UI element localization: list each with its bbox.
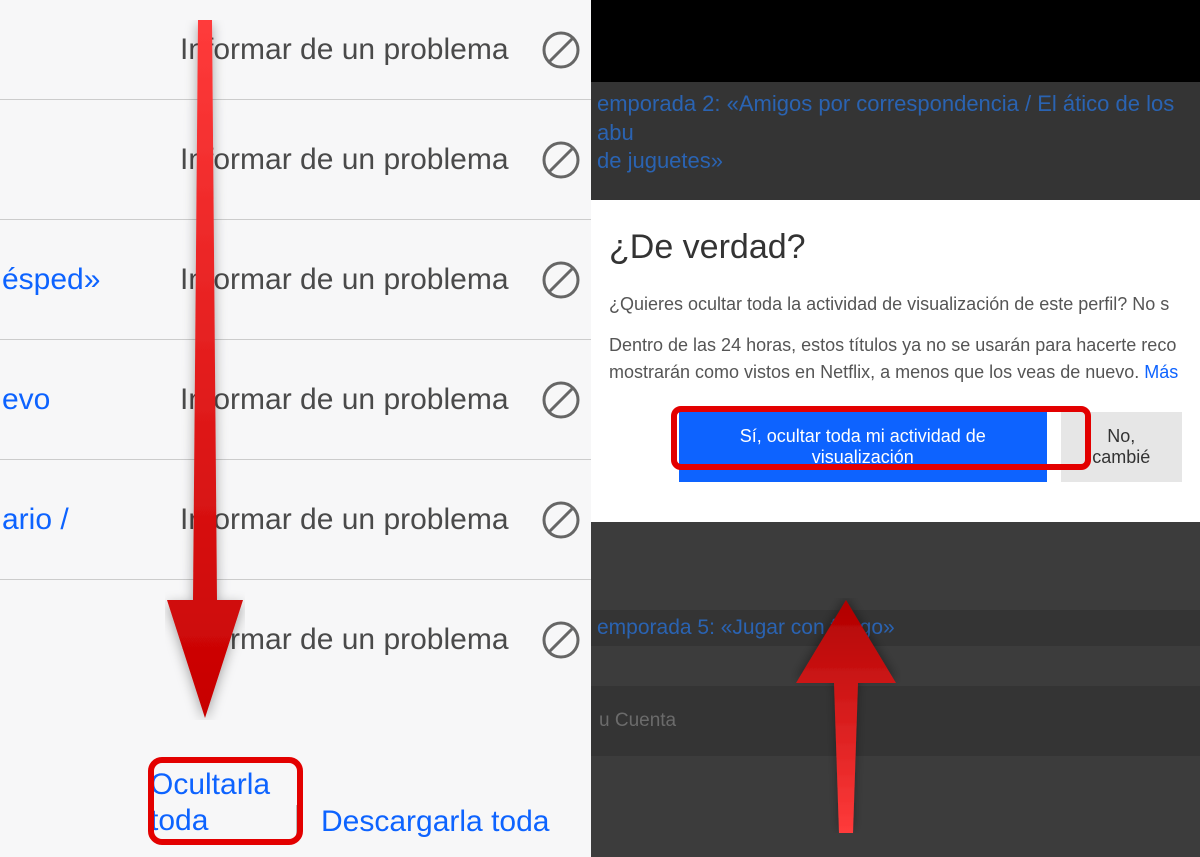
top-bar — [591, 0, 1200, 82]
prohibit-icon[interactable] — [541, 380, 581, 420]
history-row: Informar de un problema — [0, 100, 591, 220]
history-row: ario / Informar de un problema — [0, 460, 591, 580]
report-problem-link[interactable]: Informar de un problema — [180, 623, 509, 657]
report-problem-link[interactable]: Informar de un problema — [180, 143, 509, 177]
episode-text-2: de juguetes» — [597, 148, 723, 173]
after-modal-area: emporada 5: «Jugar con fuego» u Cuenta — [591, 610, 1200, 756]
cancel-button[interactable]: No, cambié — [1061, 412, 1182, 482]
left-panel: Informar de un problema Informar de un p… — [0, 0, 591, 857]
modal-text-2: Dentro de las 24 horas, estos títulos ya… — [609, 332, 1182, 386]
bottom-links: Ocultarla toda Descargarla toda — [150, 767, 549, 839]
more-info-link[interactable]: Más — [1144, 362, 1178, 382]
title-fragment[interactable]: ésped» — [0, 263, 100, 297]
right-panel: emporada 2: «Amigos por correspondencia … — [591, 0, 1200, 857]
modal-text-2b: mostrarán como vistos en Netflix, a meno… — [609, 362, 1144, 382]
prohibit-icon[interactable] — [541, 30, 581, 70]
report-problem-link[interactable]: Informar de un problema — [180, 263, 509, 297]
report-problem-link[interactable]: Informar de un problema — [180, 33, 509, 67]
history-row: Informar de un problema — [0, 580, 591, 700]
screenshot-container: Informar de un problema Informar de un p… — [0, 0, 1200, 857]
title-fragment[interactable]: evo — [0, 383, 50, 417]
prohibit-icon[interactable] — [541, 140, 581, 180]
history-row: ésped» Informar de un problema — [0, 220, 591, 340]
modal-text-1: ¿Quieres ocultar toda la actividad de vi… — [609, 291, 1182, 318]
report-problem-link[interactable]: Informar de un problema — [180, 503, 509, 537]
prohibit-icon[interactable] — [541, 620, 581, 660]
hide-all-label: Ocultarla toda — [150, 767, 280, 839]
separator — [296, 805, 297, 835]
history-row: evo Informar de un problema — [0, 340, 591, 460]
history-row: Informar de un problema — [0, 0, 591, 100]
modal-text-2a: Dentro de las 24 horas, estos títulos ya… — [609, 335, 1176, 355]
prohibit-icon[interactable] — [541, 260, 581, 300]
prohibit-icon[interactable] — [541, 500, 581, 540]
account-link[interactable]: u Cuenta — [591, 686, 1200, 756]
episode-link[interactable]: emporada 5: «Jugar con fuego» — [591, 610, 1200, 646]
episode-text-1: emporada 2: «Amigos por correspondencia … — [597, 91, 1174, 145]
modal-buttons: Sí, ocultar toda mi actividad de visuali… — [609, 412, 1182, 482]
download-all-link[interactable]: Descargarla toda — [321, 805, 549, 839]
hide-all-link[interactable]: Ocultarla toda — [150, 767, 280, 839]
confirm-modal: ¿De verdad? ¿Quieres ocultar toda la act… — [591, 200, 1200, 522]
confirm-hide-button[interactable]: Sí, ocultar toda mi actividad de visuali… — [679, 412, 1047, 482]
episode-link[interactable]: emporada 2: «Amigos por correspondencia … — [591, 82, 1200, 184]
title-fragment[interactable]: ario / — [0, 503, 69, 537]
report-problem-link[interactable]: Informar de un problema — [180, 383, 509, 417]
modal-title: ¿De verdad? — [609, 228, 1182, 267]
